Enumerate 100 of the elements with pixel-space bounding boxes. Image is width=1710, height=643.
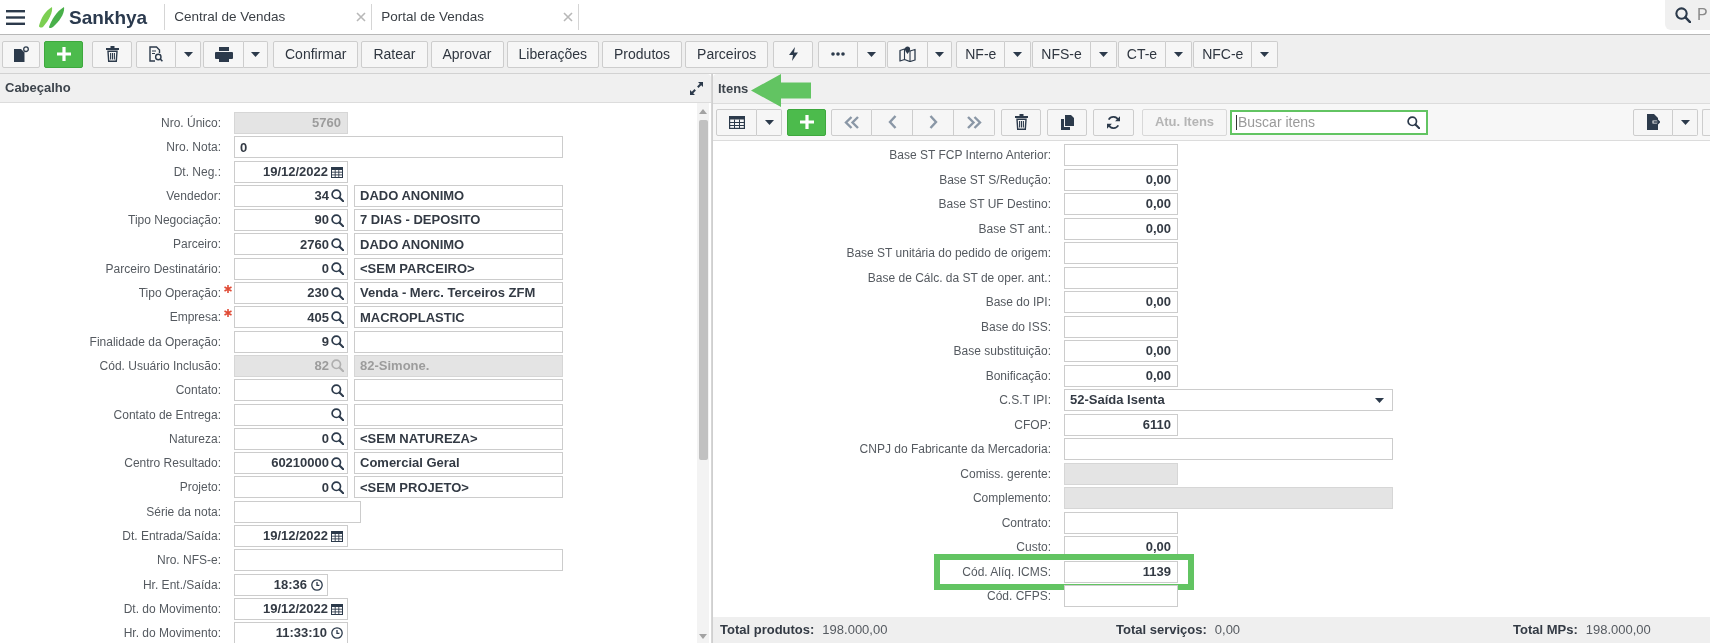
dropdown-button[interactable] (1166, 40, 1193, 68)
number-field[interactable]: 0,00 (1064, 291, 1178, 313)
lookup-description-field[interactable]: DADO ANONIMO (354, 184, 563, 207)
close-icon[interactable] (563, 12, 574, 22)
dropdown-button[interactable] (1673, 108, 1698, 136)
field-label: Hr. Ent./Saída: (142, 576, 221, 594)
text-field[interactable]: 0 (234, 136, 563, 159)
number-field[interactable] (1064, 144, 1178, 166)
lookup-code-field[interactable]: 405 (234, 306, 348, 329)
text-field[interactable] (234, 549, 563, 572)
document-button[interactable]: CT-e (1117, 40, 1167, 68)
caret-icon (764, 119, 774, 125)
chevron-left-icon (887, 115, 897, 129)
lookup-description-field[interactable]: Venda - Merc. Terceiros ZFM (354, 282, 563, 305)
lookup-code-field[interactable]: 90 (234, 209, 348, 232)
number-field[interactable]: 6110 (1064, 413, 1178, 436)
lookup-code-field[interactable]: 34 (234, 184, 348, 207)
lookup-code-field[interactable]: 2760 (234, 233, 348, 256)
dropdown-button[interactable] (858, 40, 887, 68)
lookup-description-field[interactable] (354, 379, 563, 402)
first-button[interactable] (831, 108, 872, 136)
field-label: Contato: (175, 382, 221, 400)
lookup-description-field[interactable]: MACROPLASTIC (354, 306, 563, 329)
number-field[interactable] (1064, 315, 1178, 338)
dropdown-button[interactable] (176, 40, 201, 68)
menu-icon[interactable] (6, 9, 25, 25)
double-chevron-left-icon (843, 115, 860, 129)
copy-button[interactable] (1047, 108, 1087, 136)
document-button[interactable]: NFC-e (1193, 40, 1253, 68)
lookup-description-field[interactable]: <SEM PARCEIRO> (354, 257, 563, 280)
delete-button[interactable] (1001, 108, 1041, 136)
scrollbar-thumb[interactable] (698, 120, 708, 460)
toolbar-button[interactable]: Aprovar (430, 40, 504, 68)
lookup-description-field[interactable]: Comercial Geral (354, 452, 563, 475)
lookup-description-field[interactable] (354, 330, 563, 353)
toolbar-button[interactable]: Parceiros (685, 40, 769, 68)
number-field[interactable]: 0,00 (1064, 340, 1178, 362)
date-field[interactable]: 19/12/2022 (234, 525, 348, 548)
dropdown-button[interactable] (1090, 40, 1117, 68)
lookup-description-field[interactable]: 7 DIAS - DEPOSITO (354, 209, 563, 232)
search-document-button[interactable] (136, 40, 176, 68)
text-field[interactable] (234, 500, 361, 523)
lookup-description-field[interactable]: DADO ANONIMO (354, 233, 563, 256)
dropdown-button[interactable] (1005, 40, 1032, 68)
field-label: Finalidade da Operação: (89, 333, 221, 351)
number-field[interactable] (1064, 242, 1178, 264)
number-field[interactable]: 1139 (1064, 560, 1178, 583)
field-label: CNPJ do Fabricante da Mercadoria: (859, 441, 1051, 458)
export-button[interactable] (1633, 108, 1673, 136)
table-view-button[interactable] (716, 108, 757, 136)
lookup-code-field[interactable]: 0 (234, 476, 348, 499)
lookup-code-field[interactable]: 230 (234, 282, 348, 305)
last-button[interactable] (954, 108, 995, 136)
lookup-code-field[interactable]: 0 (234, 257, 348, 280)
lookup-code-field[interactable]: 0 (234, 427, 348, 450)
toolbar-button[interactable]: Ratear (361, 40, 428, 68)
dropdown-button[interactable] (928, 40, 953, 68)
select-field[interactable]: 52-Saída Isenta (1064, 389, 1393, 411)
document-button[interactable]: NF-e (956, 40, 1006, 68)
tab[interactable]: Portal de Vendas (372, 0, 579, 34)
print-button[interactable] (203, 40, 244, 68)
lookup-code-field[interactable]: 60210000 (234, 452, 348, 475)
time-field[interactable]: 18:36 (234, 573, 328, 596)
text-field[interactable] (1064, 438, 1393, 460)
number-field[interactable]: 0,00 (1064, 217, 1178, 240)
refresh-button[interactable] (1093, 108, 1134, 136)
delete-button[interactable] (92, 40, 132, 68)
lookup-code-field[interactable] (234, 403, 348, 426)
date-field[interactable]: 19/12/2022 (234, 160, 348, 183)
number-field[interactable]: 0,00 (1064, 364, 1178, 387)
number-field[interactable] (1064, 266, 1178, 289)
map-button[interactable] (887, 40, 929, 68)
time-field[interactable]: 11:33:10 (234, 622, 348, 643)
caret-icon (867, 51, 877, 57)
add-button[interactable] (787, 108, 826, 136)
next-button[interactable] (913, 108, 954, 136)
dropdown-button[interactable] (244, 40, 268, 68)
lookup-description-field[interactable]: <SEM NATUREZA> (354, 427, 563, 450)
document-button[interactable]: NFS-e (1032, 40, 1091, 68)
more-button[interactable] (818, 40, 859, 68)
lookup-code-field[interactable] (234, 379, 348, 402)
new-document-button[interactable] (2, 40, 40, 68)
lookup-description-field[interactable] (354, 403, 563, 426)
date-field[interactable]: 19/12/2022 (234, 597, 348, 620)
dropdown-button[interactable] (757, 108, 782, 136)
toolbar-button[interactable]: Produtos (602, 40, 683, 68)
lookup-description-field[interactable]: <SEM PROJETO> (354, 476, 563, 499)
toolbar-button[interactable]: Confirmar (273, 40, 359, 68)
expand-icon[interactable] (690, 81, 703, 95)
close-icon[interactable] (356, 12, 367, 22)
number-field[interactable] (1064, 585, 1178, 607)
lookup-code-field[interactable]: 9 (234, 330, 348, 353)
tab[interactable]: Central de Vendas (165, 0, 372, 34)
number-field[interactable]: 0,00 (1064, 168, 1178, 191)
number-field[interactable]: 0,00 (1064, 193, 1178, 215)
previous-button[interactable] (872, 108, 913, 136)
number-field[interactable] (1064, 511, 1178, 534)
dropdown-button[interactable] (1252, 40, 1279, 68)
toolbar-button[interactable]: Liberações (506, 40, 600, 68)
lightning-button[interactable] (773, 40, 814, 68)
